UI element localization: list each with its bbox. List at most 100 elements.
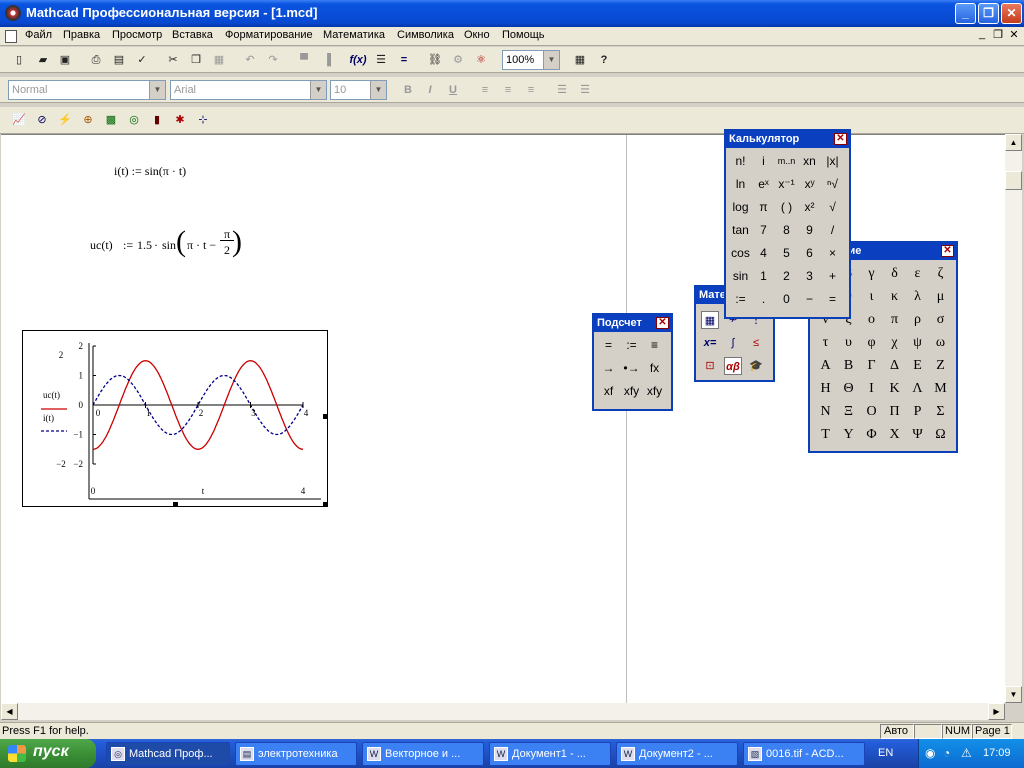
calculator-key[interactable]: |x| [821, 150, 844, 173]
vertical-scrollbar[interactable]: ▲ ▼ [1005, 134, 1022, 703]
evaluation-key[interactable]: xfy [620, 380, 643, 403]
redo-icon[interactable]: ↷ [264, 51, 282, 69]
align-left-icon[interactable]: ≡ [476, 81, 494, 99]
calculator-key[interactable]: 9 [798, 219, 821, 242]
greek-letter-key[interactable]: Λ [906, 377, 929, 400]
evaluation-key[interactable]: •→ [620, 357, 643, 380]
numbering-icon[interactable]: ☰ [576, 81, 594, 99]
evaluation-key[interactable]: xf [597, 380, 620, 403]
resize-handle[interactable] [323, 414, 328, 419]
evaluation-toolbar-icon[interactable]: ⚡ [56, 111, 74, 129]
greek-letter-key[interactable]: Χ [883, 423, 906, 446]
save-icon[interactable]: ▣ [56, 51, 74, 69]
greek-letter-key[interactable]: γ [860, 262, 883, 285]
new-icon[interactable]: ▯ [10, 51, 28, 69]
greek-letter-key[interactable]: ψ [906, 331, 929, 354]
task-word-2[interactable]: W Документ1 - ... [489, 742, 611, 766]
matrix-toolbar-icon[interactable]: ⊘ [33, 111, 51, 129]
evaluation-key[interactable]: → [597, 357, 620, 380]
undo-icon[interactable]: ↶ [241, 51, 259, 69]
calculator-key[interactable]: eˣ [752, 173, 775, 196]
greek-letter-key[interactable]: ρ [906, 308, 929, 331]
calculator-key[interactable]: + [821, 265, 844, 288]
menu-view[interactable]: Просмотр [112, 29, 162, 41]
insert-function-icon[interactable]: f(x) [349, 51, 367, 69]
close-button[interactable]: ✕ [1001, 3, 1022, 24]
resource-center-icon[interactable]: ▦ [571, 51, 589, 69]
task-word-3[interactable]: W Документ2 - ... [616, 742, 738, 766]
greek-letter-key[interactable]: Υ [837, 423, 860, 446]
greek-letter-key[interactable]: Γ [860, 354, 883, 377]
calculator-key[interactable]: xʸ [798, 173, 821, 196]
calculator-key[interactable]: . [752, 288, 775, 311]
help-icon[interactable]: ? [595, 51, 613, 69]
greek-letter-key[interactable]: Δ [883, 354, 906, 377]
app-icon[interactable] [5, 5, 21, 21]
align-center-icon[interactable]: ≡ [499, 81, 517, 99]
greek-letter-key[interactable]: Ω [929, 423, 952, 446]
calculator-key[interactable]: x⁻¹ [775, 173, 798, 196]
font-size-select[interactable]: 10 ▼ [330, 80, 387, 100]
greek-letter-key[interactable]: ω [929, 331, 952, 354]
task-folder[interactable]: ▤ электротехника [235, 742, 357, 766]
italic-icon[interactable]: I [421, 81, 439, 99]
calculator-icon[interactable]: ▦ [701, 311, 719, 329]
copy-icon[interactable]: ❐ [187, 51, 205, 69]
calculator-key[interactable]: × [821, 242, 844, 265]
calculator-key[interactable]: cos [729, 242, 752, 265]
resize-handle[interactable] [323, 502, 328, 507]
calculator-key[interactable]: ⁿ√ [821, 173, 844, 196]
boolean-icon[interactable]: ≤ [747, 334, 765, 352]
calculator-key[interactable]: 7 [752, 219, 775, 242]
task-word-1[interactable]: W Векторное и ... [362, 742, 484, 766]
calculate-icon[interactable]: = [395, 51, 413, 69]
calculator-key[interactable]: x² [798, 196, 821, 219]
greek-letter-key[interactable]: φ [860, 331, 883, 354]
calculator-key[interactable]: 6 [798, 242, 821, 265]
evaluation-key[interactable]: xfy [643, 380, 666, 403]
horizontal-scrollbar[interactable]: ◀ ▶ [1, 703, 1005, 720]
greek-letter-key[interactable]: π [883, 308, 906, 331]
calculator-key[interactable]: log [729, 196, 752, 219]
align-down-icon[interactable]: ▐ [318, 51, 336, 69]
start-button[interactable]: пуск [0, 739, 96, 768]
programming-toolbar-icon[interactable]: ◎ [125, 111, 143, 129]
speaker-icon[interactable]: ◉ [925, 746, 935, 760]
calculus-icon[interactable]: ∫ [724, 334, 742, 352]
close-icon[interactable]: ✕ [941, 245, 954, 257]
doc-restore-button[interactable]: ❐ [990, 28, 1006, 43]
menu-window[interactable]: Окно [464, 29, 490, 41]
calculus-toolbar-icon[interactable]: ⊕ [79, 111, 97, 129]
greek-letter-key[interactable]: Β [837, 354, 860, 377]
insert-component-icon[interactable]: ⚙ [449, 51, 467, 69]
network-icon[interactable]: ◔ [943, 746, 950, 760]
calculator-key[interactable]: 8 [775, 219, 798, 242]
doc-close-button[interactable]: ✕ [1006, 28, 1022, 43]
greek-letter-key[interactable]: Ζ [929, 354, 952, 377]
resize-handle[interactable] [173, 502, 178, 507]
scroll-down-button[interactable]: ▼ [1005, 686, 1022, 703]
greek-letter-key[interactable]: Ε [906, 354, 929, 377]
cut-icon[interactable]: ✂ [164, 51, 182, 69]
greek-letter-key[interactable]: ε [906, 262, 929, 285]
task-acdsee[interactable]: ▧ 0016.tif - ACD... [743, 742, 865, 766]
calculator-key[interactable]: xn [798, 150, 821, 173]
align-right-icon[interactable]: ≡ [522, 81, 540, 99]
menu-help[interactable]: Помощь [502, 29, 545, 41]
calculator-toolbar-icon[interactable]: ⊹ [194, 111, 212, 129]
programming-icon[interactable]: ⊡ [701, 357, 719, 375]
greek-letter-key[interactable]: δ [883, 262, 906, 285]
calculator-key[interactable]: ln [729, 173, 752, 196]
menu-math[interactable]: Математика [323, 29, 385, 41]
calculator-key[interactable]: m..n [775, 150, 798, 173]
greek-letter-key[interactable]: Η [814, 377, 837, 400]
greek-letter-key[interactable]: κ [883, 285, 906, 308]
print-icon[interactable]: ⎙ [87, 51, 105, 69]
scroll-thumb[interactable] [1005, 171, 1022, 190]
calculator-key[interactable]: 4 [752, 242, 775, 265]
greek-letter-key[interactable]: Ν [814, 400, 837, 423]
menu-symbolics[interactable]: Символика [397, 29, 454, 41]
calculator-key[interactable]: √ [821, 196, 844, 219]
greek-letter-key[interactable]: υ [837, 331, 860, 354]
greek-icon[interactable]: αβ [724, 357, 742, 375]
